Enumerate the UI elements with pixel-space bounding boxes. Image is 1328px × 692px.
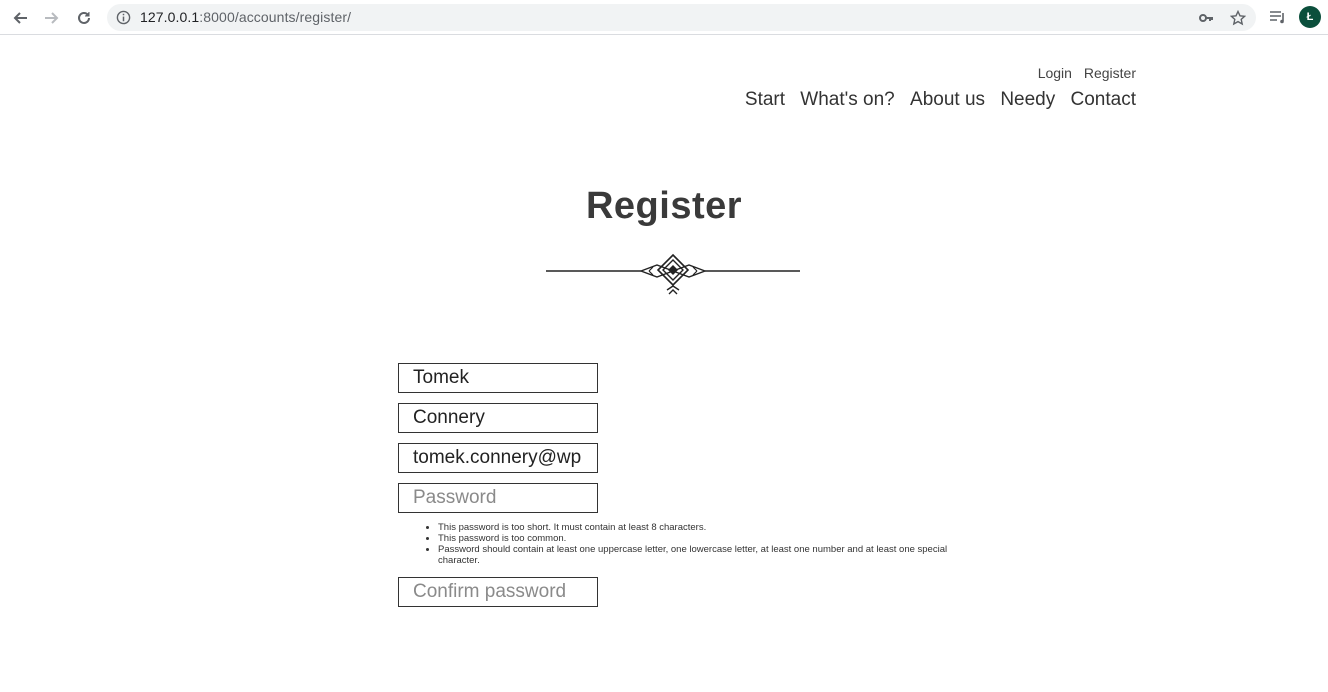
password-input[interactable] [398,483,598,513]
url-path: :8000/accounts/register/ [199,9,352,25]
first-name-input[interactable] [398,363,598,393]
nav-whats-on[interactable]: What's on? [800,89,894,110]
reload-icon[interactable] [73,7,95,29]
password-error: This password is too common. [438,533,958,544]
last-name-input[interactable] [398,403,598,433]
key-icon[interactable] [1196,8,1216,28]
ornament-divider-icon [545,252,801,301]
confirm-password-input[interactable] [398,577,598,607]
browser-toolbar: 127.0.0.1:8000/accounts/register/ Ł [0,0,1328,35]
nav-about-us[interactable]: About us [910,89,985,110]
password-error: Password should contain at least one upp… [438,544,958,566]
password-error: This password is too short. It must cont… [438,522,958,533]
page-title: Register [585,185,743,227]
nav-needy[interactable]: Needy [1000,89,1055,110]
profile-avatar[interactable]: Ł [1299,6,1321,28]
reading-list-icon[interactable] [1267,6,1289,28]
main-nav: Start What's on? About us Needy Contact [735,89,1136,111]
forward-icon[interactable] [41,7,63,29]
nav-contact[interactable]: Contact [1071,89,1136,110]
register-link[interactable]: Register [1084,65,1136,81]
bookmark-star-icon[interactable] [1228,8,1248,28]
password-error-list: This password is too short. It must cont… [398,522,958,566]
address-bar[interactable]: 127.0.0.1:8000/accounts/register/ [107,4,1256,31]
back-icon[interactable] [9,7,31,29]
email-input[interactable] [398,443,598,473]
site-info-icon[interactable] [116,10,131,30]
nav-start[interactable]: Start [745,89,785,110]
url-text: 127.0.0.1:8000/accounts/register/ [140,9,351,25]
auth-links: Login Register [1030,65,1136,81]
login-link[interactable]: Login [1038,65,1072,81]
url-host: 127.0.0.1 [140,9,200,25]
